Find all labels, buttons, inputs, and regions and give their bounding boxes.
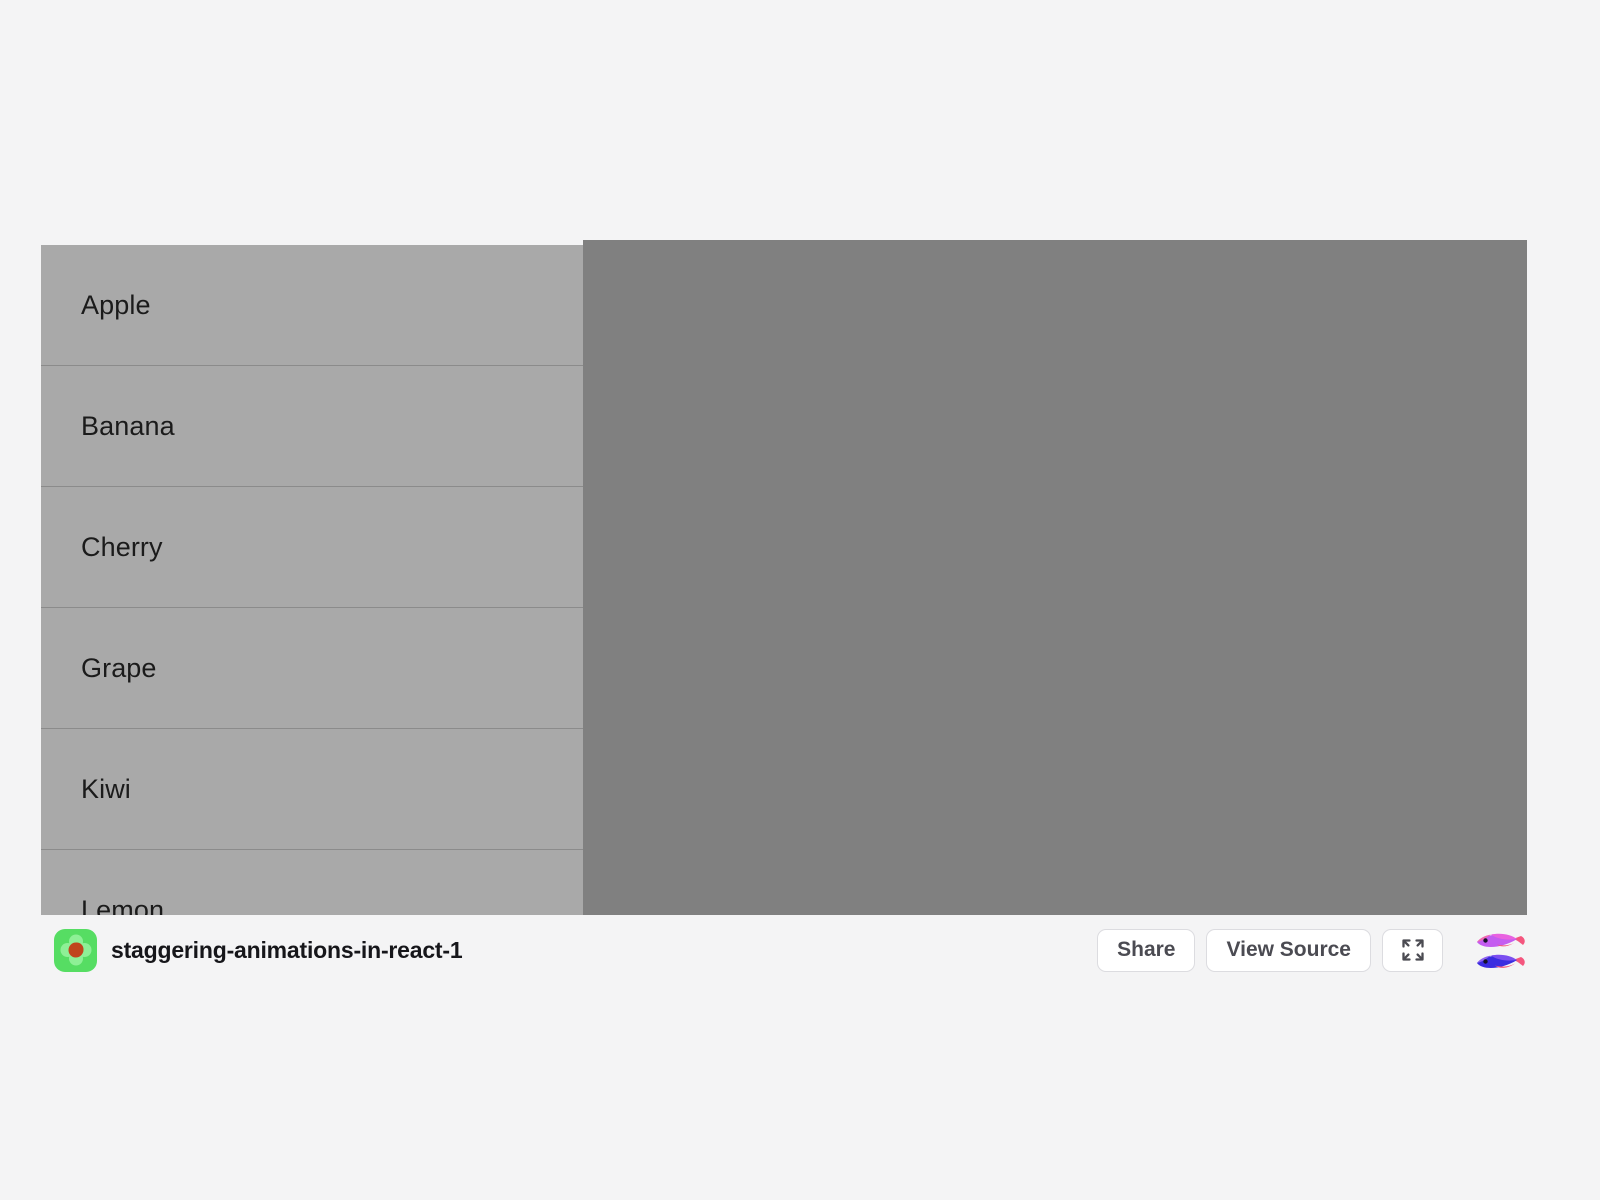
sandbox-preview-viewport: Apple Banana Cherry Grape Kiwi Lemon (41, 240, 1527, 915)
list-item-label: Cherry (81, 531, 163, 562)
list-item-label: Kiwi (81, 773, 131, 804)
list-item[interactable]: Banana (41, 366, 583, 487)
list-item[interactable]: Grape (41, 608, 583, 729)
fullscreen-button[interactable] (1382, 928, 1443, 972)
list-item-label: Grape (81, 652, 157, 683)
footer-actions: Share View Source (1097, 927, 1527, 973)
demo-app-surface: Apple Banana Cherry Grape Kiwi Lemon (41, 240, 583, 915)
codesandbox-app-icon (54, 928, 97, 972)
two-fish-avatar[interactable] (1467, 927, 1527, 973)
sandbox-identity[interactable]: staggering-animations-in-react-1 (54, 928, 463, 972)
fruit-list[interactable]: Apple Banana Cherry Grape Kiwi Lemon (41, 245, 583, 915)
share-button[interactable]: Share (1097, 928, 1196, 972)
list-item-label: Lemon (81, 895, 165, 916)
list-item[interactable]: Lemon (41, 850, 583, 915)
list-item[interactable]: Kiwi (41, 729, 583, 850)
list-item[interactable]: Cherry (41, 487, 583, 608)
embed-footer-bar: staggering-animations-in-react-1 Share V… (41, 915, 1527, 985)
list-item-label: Banana (81, 410, 175, 441)
fullscreen-expand-icon (1401, 939, 1424, 961)
list-item[interactable]: Apple (41, 245, 583, 366)
codesandbox-embed: Apple Banana Cherry Grape Kiwi Lemon sta… (41, 240, 1527, 985)
view-source-button[interactable]: View Source (1206, 928, 1371, 972)
list-item-label: Apple (81, 289, 151, 320)
sandbox-title: staggering-animations-in-react-1 (111, 936, 463, 963)
